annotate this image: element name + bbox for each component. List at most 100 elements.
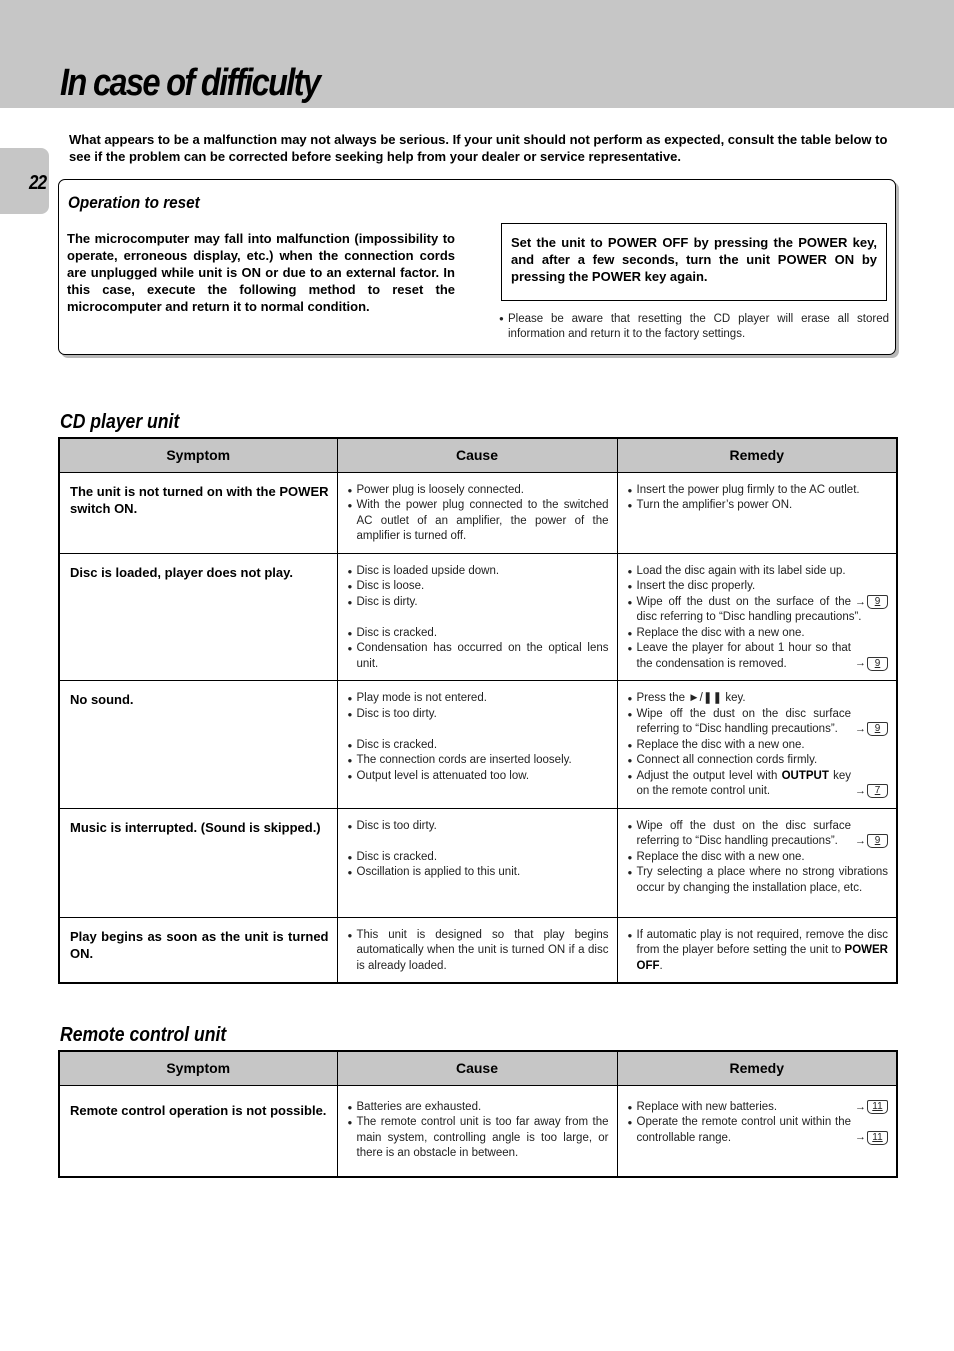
cause-item: Play mode is not entered. [348,691,609,707]
reset-note-text: Please be aware that resetting the CD pl… [508,313,889,340]
remedy-item: Load the disc again with its label side … [628,564,889,580]
remedy-cell: Insert the power plug firmly to the AC o… [616,471,898,554]
cause-item: Disc is too dirty. [348,707,609,723]
symptom-cell: Music is interrupted. (Sound is skipped.… [58,807,338,918]
cause-item: Batteries are exhausted. [348,1100,609,1116]
remedy-item: →9Wipe off the dust on the disc surface … [628,819,888,850]
remedy-text: Replace with new batteries. [636,1100,778,1113]
cd-section-title: CD player unit [60,411,180,433]
reset-instruction: Set the unit to POWER OFF by pressing th… [501,223,887,301]
remedy-item: Try selecting a place where no strong vi… [628,865,889,896]
cause-item: Disc is cracked. [348,738,609,754]
remedy-text: Wipe off the dust on the disc surface re… [636,819,852,848]
cause-item: Disc is cracked. [348,850,609,866]
cause-item: With the power plug connected to the swi… [348,498,609,545]
remedy-cell: If automatic play is not required, remov… [616,916,898,984]
page-ref[interactable]: →11 [855,1130,888,1146]
arrow-right-icon: → [855,722,866,735]
page-ref[interactable]: →9 [855,722,888,738]
col-header-cause: Cause [336,1050,618,1086]
book-page-icon: 9 [867,595,888,610]
cause-item: Power plug is loosely connected. [348,483,609,499]
remedy-item: →11Operate the remote control unit withi… [628,1115,888,1146]
remedy-text: Leave the player for about 1 hour so tha… [636,642,852,670]
col-header-remedy: Remedy [616,437,898,473]
cause-item: Condensation has occurred on the optical… [348,641,609,672]
symptom-text: No sound. [70,692,134,707]
remedy-item: Insert the disc properly. [628,579,889,595]
remedy-item: Press the ►/❚❚ key. [628,691,889,707]
cause-item: Disc is loaded upside down. [348,564,609,580]
intro-paragraph: What appears to be a malfunction may not… [69,132,888,164]
table-row: Music is interrupted. (Sound is skipped.… [58,807,898,918]
remedy-item: Replace the disc with a new one. [628,738,889,754]
remedy-item: →9Leave the player for about 1 hour so t… [628,641,888,672]
cause-item: This unit is designed so that play begin… [348,928,609,975]
remedy-text: Wipe off the dust on the surface of the … [636,595,862,624]
cause-cell: Play mode is not entered. Disc is too di… [336,680,618,809]
symptom-cell: Play begins as soon as the unit is turne… [58,916,338,984]
remedy-cell: →11Replace with new batteries. →11Operat… [616,1084,898,1178]
cause-item: Oscillation is applied to this unit. [348,865,609,881]
cause-item: Disc is loose. [348,579,609,595]
cause-item: Disc is too dirty. [348,819,609,835]
remedy-item: If automatic play is not required, remov… [628,928,889,975]
book-page-icon: 11 [867,1100,888,1115]
col-header-symptom: Symptom [58,1050,338,1086]
table-header-row: Symptom Cause Remedy [58,1050,898,1086]
remedy-item: →9Wipe off the dust on the surface of th… [628,595,888,626]
remedy-text: Wipe off the dust on the disc surface re… [636,707,852,736]
arrow-right-icon: → [855,834,866,847]
table-header-row: Symptom Cause Remedy [58,437,898,473]
reset-description: The microcomputer may fall into malfunct… [67,231,455,314]
cause-item: The remote control unit is too far away … [348,1115,609,1162]
table-row: Disc is loaded, player does not play. Di… [58,552,898,681]
remedy-cell: Load the disc again with its label side … [616,552,898,681]
symptom-cell: Remote control operation is not possible… [58,1084,338,1178]
remedy-item: →9Wipe off the dust on the disc surface … [628,707,888,738]
cause-item: Disc is cracked. [348,626,609,642]
remedy-item: Turn the amplifier’s power ON. [628,498,889,514]
symptom-text: Disc is loaded, player does not play. [70,564,293,580]
remedy-item: Replace the disc with a new one. [628,850,889,866]
page-ref[interactable]: →9 [855,656,888,672]
page-ref[interactable]: →9 [855,834,888,850]
remote-section-title: Remote control unit [60,1024,227,1046]
page-title: In case of difficulty [60,62,321,104]
remedy-item: Insert the power plug firmly to the AC o… [628,483,889,499]
cause-cell: Disc is loaded upside down. Disc is loos… [336,552,618,681]
symptom-text: Music is interrupted. (Sound is skipped.… [70,819,321,835]
page-tab: 22 [0,148,49,214]
cause-item: Output level is attenuated too low. [348,769,609,785]
symptom-text: Play begins as soon as the unit is turne… [70,928,329,961]
table-row: The unit is not turned on with the POWER… [58,471,898,554]
book-page-icon: 11 [867,1130,888,1145]
arrow-right-icon: → [855,784,866,797]
symptom-text: The unit is not turned on with the POWER… [70,483,329,516]
book-page-icon: 9 [867,834,888,849]
reset-box: Operation to reset The microcomputer may… [58,179,896,355]
remedy-cell: →9Wipe off the dust on the disc surface … [616,807,898,918]
col-header-symptom: Symptom [58,437,338,473]
page-ref[interactable]: →9 [855,595,888,611]
symptom-text: Remote control operation is not possible… [70,1102,327,1118]
cause-cell: Batteries are exhausted. The remote cont… [336,1084,618,1178]
cause-item: The connection cords are inserted loosel… [348,753,609,769]
col-header-cause: Cause [336,437,618,473]
remedy-item: Replace the disc with a new one. [628,626,889,642]
page-ref[interactable]: →7 [855,784,888,800]
remedy-text: Adjust the output level with [636,769,778,782]
arrow-right-icon: → [855,1100,866,1113]
arrow-right-icon: → [855,657,866,669]
remote-trouble-table: Symptom Cause Remedy Remote control oper… [58,1050,898,1178]
page-ref[interactable]: →11 [855,1100,888,1116]
cause-cell: Disc is too dirty. Disc is cracked. Osci… [336,807,618,918]
remedy-item: Connect all connection cords firmly. [628,753,889,769]
reset-note: Please be aware that resetting the CD pl… [499,312,889,342]
remedy-cell: Press the ►/❚❚ key. →9Wipe off the dust … [616,680,898,809]
bullet-icon [499,312,508,327]
reset-title: Operation to reset [68,193,200,212]
book-page-icon: 9 [867,722,888,737]
symptom-cell: No sound. [58,680,338,809]
arrow-right-icon: → [855,595,866,608]
